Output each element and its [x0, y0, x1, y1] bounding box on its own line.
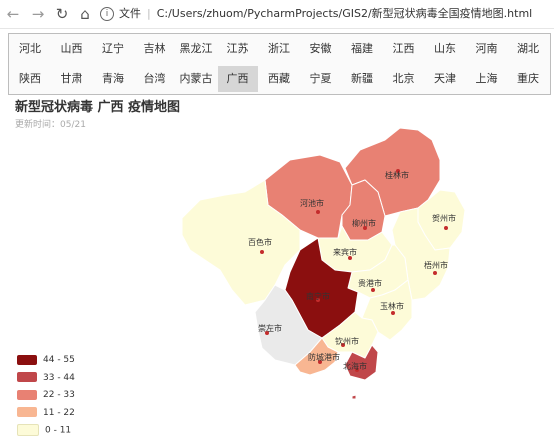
city-label: 南宁市	[306, 291, 330, 301]
city-label: 柳州市	[352, 218, 376, 228]
legend-swatch	[17, 424, 39, 436]
city-label: 钦州市	[335, 336, 359, 346]
city-label: 桂林市	[385, 170, 409, 180]
legend-item[interactable]: 44 - 55	[17, 354, 137, 372]
city-label: 梧州市	[424, 260, 448, 270]
region-北海市-island	[351, 394, 357, 400]
legend-swatch	[17, 407, 37, 417]
city-marker	[260, 250, 264, 254]
city-marker	[391, 311, 395, 315]
city-marker	[316, 210, 320, 214]
city-marker	[371, 288, 375, 292]
legend-swatch	[17, 354, 37, 365]
city-label: 贺州市	[432, 213, 456, 223]
city-marker	[444, 226, 448, 230]
legend-label: 22 - 33	[43, 390, 75, 400]
legend-label: 33 - 44	[43, 372, 75, 383]
legend: 44 - 55 33 - 44 22 - 33 11 - 22 0 - 11	[17, 354, 137, 442]
city-label: 玉林市	[380, 301, 404, 311]
legend-item[interactable]: 22 - 33	[17, 389, 137, 407]
city-label: 来宾市	[333, 247, 357, 257]
city-label: 防城港市	[308, 352, 340, 362]
city-label: 崇左市	[258, 323, 282, 333]
legend-label: 0 - 11	[45, 425, 72, 436]
legend-label: 44 - 55	[43, 355, 75, 365]
legend-item[interactable]: 0 - 11	[17, 424, 137, 442]
legend-swatch	[17, 389, 37, 400]
city-marker	[433, 271, 437, 275]
legend-item[interactable]: 11 - 22	[17, 407, 137, 425]
city-label: 北海市	[343, 361, 367, 371]
legend-item[interactable]: 33 - 44	[17, 372, 137, 390]
legend-swatch	[17, 372, 37, 382]
city-label: 百色市	[248, 237, 272, 247]
city-label: 河池市	[300, 198, 324, 208]
legend-label: 11 - 22	[43, 407, 75, 418]
city-label: 贵港市	[358, 278, 382, 288]
